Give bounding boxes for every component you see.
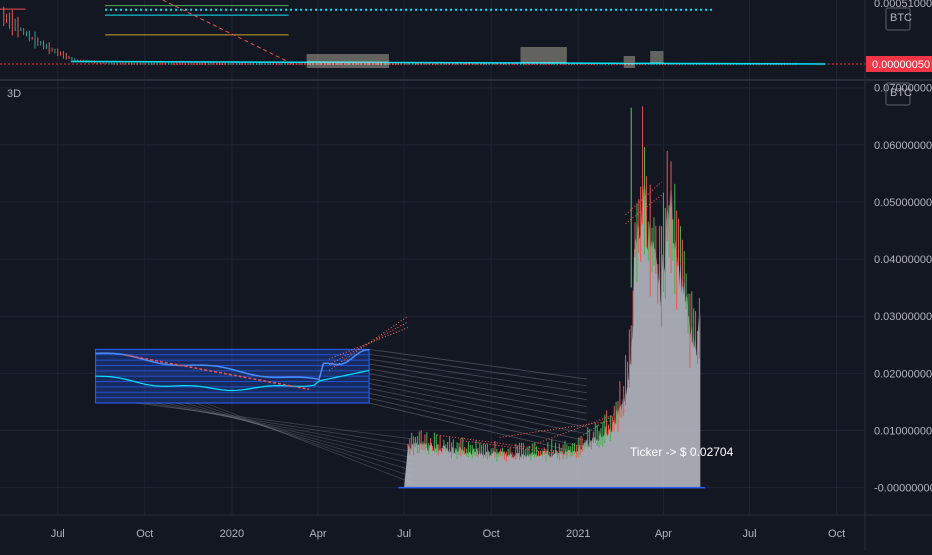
top-pane[interactable]: 0.00000050 <box>0 0 932 72</box>
y-tick-label: -0.00000000 <box>874 483 932 495</box>
x-tick-label: 2021 <box>566 528 590 540</box>
projection-ray <box>205 402 413 484</box>
projection-ray <box>185 402 413 471</box>
interval-label[interactable]: 3D <box>7 88 21 100</box>
x-tick-label: Jul <box>397 528 411 540</box>
projection-ray <box>369 378 587 421</box>
x-tick-label: Jul <box>743 528 757 540</box>
price-chart[interactable]: 0.00000050 -0.00000000 0.01000000 0.020000… <box>0 0 932 550</box>
chart-area[interactable]: 0.00000050 -0.00000000 0.01000000 0.020000… <box>0 0 932 550</box>
x-tick-label: Jul <box>51 528 65 540</box>
x-tick-label: Oct <box>136 528 153 540</box>
y-tick-label: 0.01000000 <box>874 425 932 437</box>
x-tick-label: Oct <box>483 528 500 540</box>
y-tick-label: 0.04000000 <box>874 254 932 266</box>
x-tick-label: Oct <box>828 528 845 540</box>
top-currency-label[interactable]: BTC <box>890 12 912 24</box>
y-tick-label: 0.06000000 <box>874 140 932 152</box>
y-tick-label: 0.03000000 <box>874 311 932 323</box>
projection-ray <box>369 363 587 401</box>
projection-ray <box>369 353 587 387</box>
projection-ray <box>369 373 587 414</box>
projection-ray <box>145 402 413 446</box>
x-tick-label: Apr <box>655 528 672 540</box>
x-tick-label: 2020 <box>220 528 244 540</box>
grid-lines <box>0 0 865 515</box>
current-price-label: 0.00000050 <box>872 59 930 71</box>
top-y-tick-label: 0.00051000 <box>874 0 932 10</box>
ticker-annotation: Ticker -> $ 0.02704 <box>630 445 734 459</box>
y-tick-label: 0.05000000 <box>874 197 932 209</box>
top-trend-line <box>162 0 293 65</box>
x-tick-label: Apr <box>309 528 326 540</box>
projection-ray <box>369 392 587 442</box>
projection-ray <box>175 402 413 465</box>
y-tick-label: 0.02000000 <box>874 368 932 380</box>
main-currency-label[interactable]: BTC <box>890 87 912 99</box>
projection-ray <box>155 402 413 452</box>
